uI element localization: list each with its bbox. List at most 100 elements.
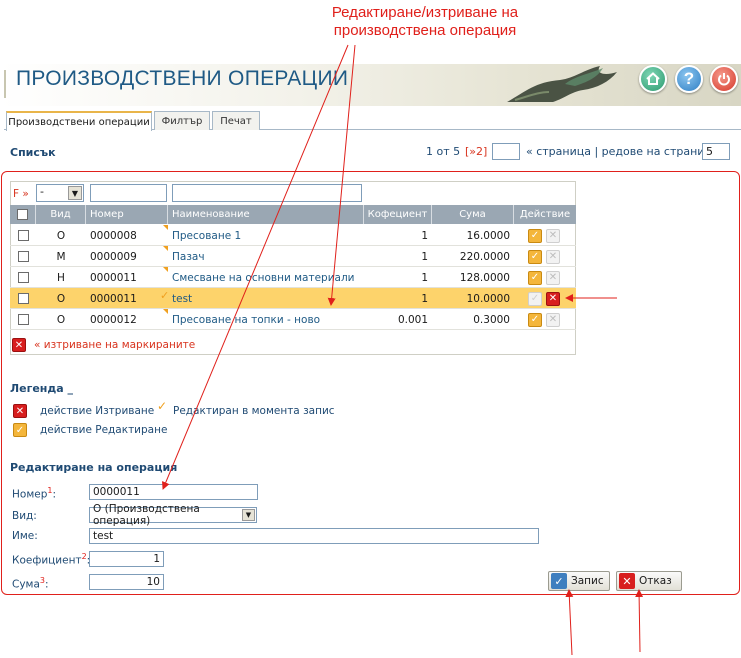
type-select-value: О (Производствена операция) (93, 503, 200, 527)
row-actions: ✓ ✕ (528, 225, 572, 246)
row-coef: 1 (421, 250, 428, 263)
type-label: Вид: (12, 510, 37, 522)
sum-label: Сума3: (12, 576, 49, 591)
edit-button[interactable]: ✓ (528, 249, 542, 264)
delete-button-disabled: ✕ (546, 228, 560, 243)
bulk-delete-link[interactable]: « изтриване на маркираните (34, 339, 195, 351)
close-icon: ✕ (548, 314, 558, 325)
edit-button[interactable]: ✓ (528, 228, 542, 243)
delete-button-disabled: ✕ (546, 312, 560, 327)
help-button[interactable]: ? (675, 65, 703, 93)
header-number: Номер (86, 205, 168, 224)
pager-info: 1 от 5 (426, 145, 461, 158)
legend-delete-label: действие Изтриване (40, 405, 155, 417)
edit-button[interactable]: ✓ (528, 312, 542, 327)
row-coef: 0.001 (397, 313, 428, 326)
pager-goto-link[interactable]: « страница | редове на страница » (526, 145, 729, 158)
close-icon: ✕ (619, 573, 635, 589)
cancel-button[interactable]: ✕ Отказ (616, 571, 682, 591)
bulk-delete-button[interactable]: ✕ (12, 338, 26, 352)
row-name-link[interactable]: Смесване на основни материали (172, 267, 368, 288)
row-name-link[interactable]: Пазач (172, 246, 368, 267)
row-checkbox[interactable] (17, 251, 29, 262)
home-button[interactable] (639, 65, 667, 93)
row-name-link[interactable]: Пресоване на топки - ново (172, 309, 368, 330)
row-actions: ✓ ✕ (528, 309, 572, 330)
row-number: 0000008 (90, 229, 137, 242)
delete-button-disabled: ✕ (546, 270, 560, 285)
help-icon: ? (683, 69, 695, 88)
row-checkbox-cell[interactable] (10, 225, 36, 246)
delete-button[interactable]: ✕ (546, 291, 560, 306)
table-row[interactable]: О 0000012 Пресоване на топки - ново 0.00… (10, 309, 576, 330)
page-number-input[interactable] (492, 143, 520, 160)
select-all-checkbox[interactable] (17, 209, 28, 220)
row-checkbox-cell[interactable] (10, 267, 36, 288)
save-button-label: Запис (571, 575, 604, 587)
row-number: 0000011 (90, 292, 137, 305)
coef-input[interactable]: 1 (89, 551, 164, 567)
type-select[interactable]: О (Производствена операция) ▼ (89, 503, 257, 527)
header-divider (4, 70, 6, 98)
header-type: Вид (36, 205, 86, 224)
row-name-link[interactable]: test (172, 288, 368, 309)
row-checkbox[interactable] (17, 314, 29, 325)
page-title: ПРОИЗВОДСТВЕНИ ОПЕРАЦИИ (16, 67, 349, 90)
header-name: Наименование (168, 205, 364, 224)
check-icon: ✓ (530, 314, 540, 325)
edit-button-disabled: ✓ (528, 291, 542, 306)
row-number: 0000009 (90, 250, 137, 263)
row-coef: 1 (421, 292, 428, 305)
table-row[interactable]: Н 0000011 Смесване на основни материали … (10, 267, 576, 288)
save-button[interactable]: ✓ Запис (548, 571, 610, 591)
row-sum: 220.0000 (459, 250, 510, 263)
logout-button[interactable] (710, 65, 738, 93)
row-checkbox[interactable] (17, 293, 29, 304)
close-icon: ✕ (15, 405, 25, 417)
tab-filter[interactable]: Филтър (154, 111, 210, 130)
tab-operations[interactable]: Производствени операции (6, 111, 152, 131)
home-icon (646, 72, 660, 85)
row-checkbox-cell[interactable] (10, 309, 36, 330)
row-checkbox-cell[interactable] (10, 246, 36, 267)
table-row[interactable]: М 0000009 Пазач 1 220.0000 ✓ ✕ (10, 246, 576, 267)
table-row-selected[interactable]: О 0000011 ✓ test 1 10.0000 ✓ ✕ (10, 288, 576, 309)
row-marker (163, 309, 168, 314)
row-checkbox[interactable] (17, 272, 29, 283)
power-icon (718, 73, 730, 86)
row-marker (163, 225, 168, 230)
row-checkbox-cell[interactable] (10, 288, 36, 309)
row-type: О (56, 292, 66, 305)
legend-title: Легенда _ (10, 382, 74, 395)
legend-edited-label: Редактиран в момента запис (173, 405, 335, 417)
filter-type-select[interactable]: - ▼ (36, 184, 84, 202)
row-actions: ✓ ✕ (528, 288, 572, 309)
row-name-link[interactable]: Пресоване 1 (172, 225, 368, 246)
decorative-bird-icon (507, 66, 617, 102)
rows-per-page-input[interactable]: 5 (702, 143, 730, 160)
filter-name-input[interactable] (172, 184, 362, 202)
close-icon: ✕ (548, 272, 558, 283)
edit-button[interactable]: ✓ (528, 270, 542, 285)
sum-input[interactable]: 10 (89, 574, 164, 590)
pager-next-link[interactable]: [»2] (465, 145, 487, 158)
legend-edit-icon: ✓ (13, 423, 27, 437)
row-checkbox[interactable] (17, 230, 29, 241)
row-number: 0000012 (90, 313, 137, 326)
check-icon: ✓ (15, 424, 25, 436)
table-row[interactable]: О 0000008 Пресоване 1 1 16.0000 ✓ ✕ (10, 225, 576, 246)
tab-print[interactable]: Печат (212, 111, 260, 130)
annotation-title-line1: Редактиране/изтриване на (331, 4, 519, 21)
form-title: Редактиране на операция (10, 461, 178, 474)
filter-number-input[interactable] (90, 184, 167, 202)
legend-edit-label: действие Редактиране (40, 424, 168, 436)
row-coef: 1 (421, 229, 428, 242)
sum-label-text: Сума (12, 578, 40, 591)
header-sum: Сума (432, 205, 514, 224)
delete-button-disabled: ✕ (546, 249, 560, 264)
check-icon: ✓ (530, 230, 540, 241)
row-actions: ✓ ✕ (528, 246, 572, 267)
number-input[interactable]: 0000011 (89, 484, 258, 500)
header-select-all[interactable] (10, 205, 36, 224)
name-input[interactable]: test (89, 528, 539, 544)
